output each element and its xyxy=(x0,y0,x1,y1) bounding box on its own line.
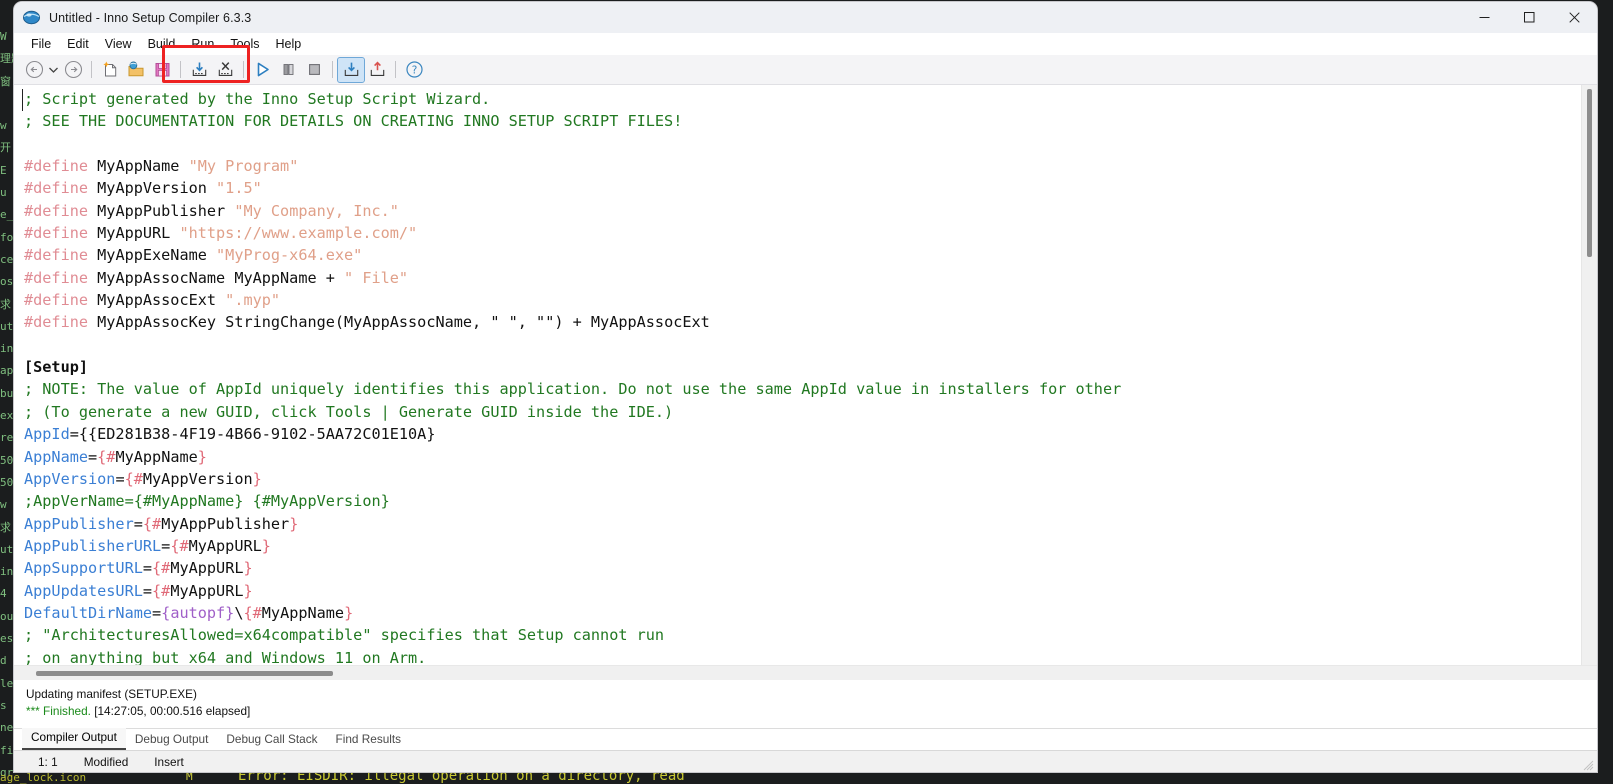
code-line: AppSupportURL={#MyAppURL} xyxy=(24,559,253,578)
pause-icon[interactable] xyxy=(275,58,301,82)
stop-compile-icon[interactable] xyxy=(212,58,238,82)
code-line: AppUpdatesURL={#MyAppURL} xyxy=(24,581,253,600)
menu-item-build[interactable]: Build xyxy=(140,34,184,54)
code-line: #define MyAppAssocName MyAppName + " Fil… xyxy=(24,268,409,287)
window-controls xyxy=(1462,2,1597,33)
menu-item-view[interactable]: View xyxy=(97,34,140,54)
code-line: ; "ArchitecturesAllowed=x64compatible" s… xyxy=(24,626,665,645)
run-icon[interactable] xyxy=(249,58,275,82)
compiler-finished-marker: *** Finished. xyxy=(26,704,91,718)
code-line: ; on anything but x64 and Windows 11 on … xyxy=(24,648,427,665)
compiler-output-pane: Updating manifest (SETUP.EXE) *** Finish… xyxy=(14,680,1597,728)
title-bar: Untitled - Inno Setup Compiler 6.3.3 xyxy=(14,2,1597,33)
help-icon[interactable]: ? xyxy=(401,58,427,82)
editor-vertical-scroll-thumb[interactable] xyxy=(1587,89,1592,257)
toolbar-separator xyxy=(243,61,244,78)
toolbar-separator xyxy=(395,61,396,78)
code-line: [Setup] xyxy=(24,358,89,377)
close-button[interactable] xyxy=(1552,2,1597,33)
code-line: AppPublisherURL={#MyAppURL} xyxy=(24,536,271,555)
code-line: #define MyAppVersion "1.5" xyxy=(24,179,262,198)
code-line: AppName={#MyAppName} xyxy=(24,447,207,466)
menu-item-edit[interactable]: Edit xyxy=(59,34,97,54)
output-tabs: Compiler Output Debug Output Debug Call … xyxy=(14,728,1597,750)
status-insert-mode: Insert xyxy=(154,754,184,769)
menu-item-help[interactable]: Help xyxy=(268,34,310,54)
toolbar-separator xyxy=(180,61,181,78)
code-line: #define MyAppName "My Program" xyxy=(24,157,299,176)
window-title: Untitled - Inno Setup Compiler 6.3.3 xyxy=(49,10,252,25)
menu-item-file[interactable]: File xyxy=(23,34,59,54)
editor-horizontal-scroll-thumb[interactable] xyxy=(36,671,333,676)
inno-setup-globe-icon xyxy=(23,9,40,26)
code-line: ; NOTE: The value of AppId uniquely iden… xyxy=(24,380,1122,399)
compiler-status-line: Updating manifest (SETUP.EXE) xyxy=(26,687,197,701)
tab-find-results[interactable]: Find Results xyxy=(327,730,411,750)
compiler-finished-line: *** Finished. [14:27:05, 00:00.516 elaps… xyxy=(26,703,1597,720)
save-file-icon[interactable] xyxy=(149,58,175,82)
open-file-icon[interactable] xyxy=(123,58,149,82)
code-line: ; SEE THE DOCUMENTATION FOR DETAILS ON C… xyxy=(24,112,683,131)
code-line: #define MyAppURL "https://www.example.co… xyxy=(24,224,418,243)
menu-item-run[interactable]: Run xyxy=(183,34,222,54)
code-line: AppId={{ED281B38-4F19-4B66-9102-5AA72C01… xyxy=(24,425,436,444)
terminate-icon[interactable] xyxy=(301,58,327,82)
menu-item-tools[interactable]: Tools xyxy=(222,34,267,54)
tab-debug-output[interactable]: Debug Output xyxy=(126,730,217,750)
code-line: #define MyAppAssocExt ".myp" xyxy=(24,291,281,310)
tab-compiler-output[interactable]: Compiler Output xyxy=(22,728,126,750)
code-line: AppPublisher={#MyAppPublisher} xyxy=(24,514,299,533)
maximize-button[interactable] xyxy=(1507,2,1552,33)
status-bar: 1: 1 Modified Insert xyxy=(14,750,1597,772)
toolbar-separator xyxy=(332,61,333,78)
inno-setup-compiler-window: Untitled - Inno Setup Compiler 6.3.3 Fil… xyxy=(14,2,1597,772)
menu-bar: File Edit View Build Run Tools Help xyxy=(14,33,1597,55)
compiler-finished-detail: [14:27:05, 00:00.516 elapsed] xyxy=(94,704,251,718)
navigate-back-dropdown-icon[interactable] xyxy=(47,58,60,82)
navigate-back-icon[interactable] xyxy=(21,58,47,82)
status-modified-indicator: Modified xyxy=(83,754,129,769)
editor-vertical-scrollbar[interactable] xyxy=(1581,85,1597,665)
code-line: ; Script generated by the Inno Setup Scr… xyxy=(24,90,491,108)
navigate-forward-icon[interactable] xyxy=(60,58,86,82)
code-line: #define MyAppPublisher "My Company, Inc.… xyxy=(24,201,399,220)
code-content: ; Script generated by the Inno Setup Scr… xyxy=(24,88,1581,665)
export-icon[interactable] xyxy=(364,58,390,82)
compile-icon[interactable] xyxy=(186,58,212,82)
code-line: ;AppVerName={#MyAppName} {#MyAppVersion} xyxy=(24,492,390,511)
minimize-button[interactable] xyxy=(1462,2,1507,33)
svg-text:?: ? xyxy=(411,65,417,77)
editor-horizontal-scrollbar[interactable] xyxy=(14,665,1597,680)
resize-grip-icon[interactable] xyxy=(1582,758,1594,771)
tab-debug-call-stack[interactable]: Debug Call Stack xyxy=(217,730,326,750)
code-line: DefaultDirName={autopf}\{#MyAppName} xyxy=(24,603,354,622)
text-caret xyxy=(22,89,23,111)
import-icon[interactable] xyxy=(337,56,365,83)
editor-area: ; Script generated by the Inno Setup Scr… xyxy=(14,85,1597,665)
code-line: AppVersion={#MyAppVersion} xyxy=(24,469,262,488)
code-line: ; (To generate a new GUID, click Tools |… xyxy=(24,402,674,421)
status-cursor-position: 1: 1 xyxy=(38,754,58,769)
toolbar-separator xyxy=(91,61,92,78)
toolbar: ? xyxy=(14,45,1597,85)
code-line: #define MyAppExeName "MyProg-x64.exe" xyxy=(24,246,363,265)
background-terminal-file-label: age_lock.icon xyxy=(0,771,87,784)
script-editor[interactable]: ; Script generated by the Inno Setup Scr… xyxy=(14,85,1581,665)
new-file-icon[interactable] xyxy=(97,58,123,82)
code-line: #define MyAppAssocKey StringChange(MyApp… xyxy=(24,313,710,332)
background-right-strip xyxy=(1597,0,1613,784)
